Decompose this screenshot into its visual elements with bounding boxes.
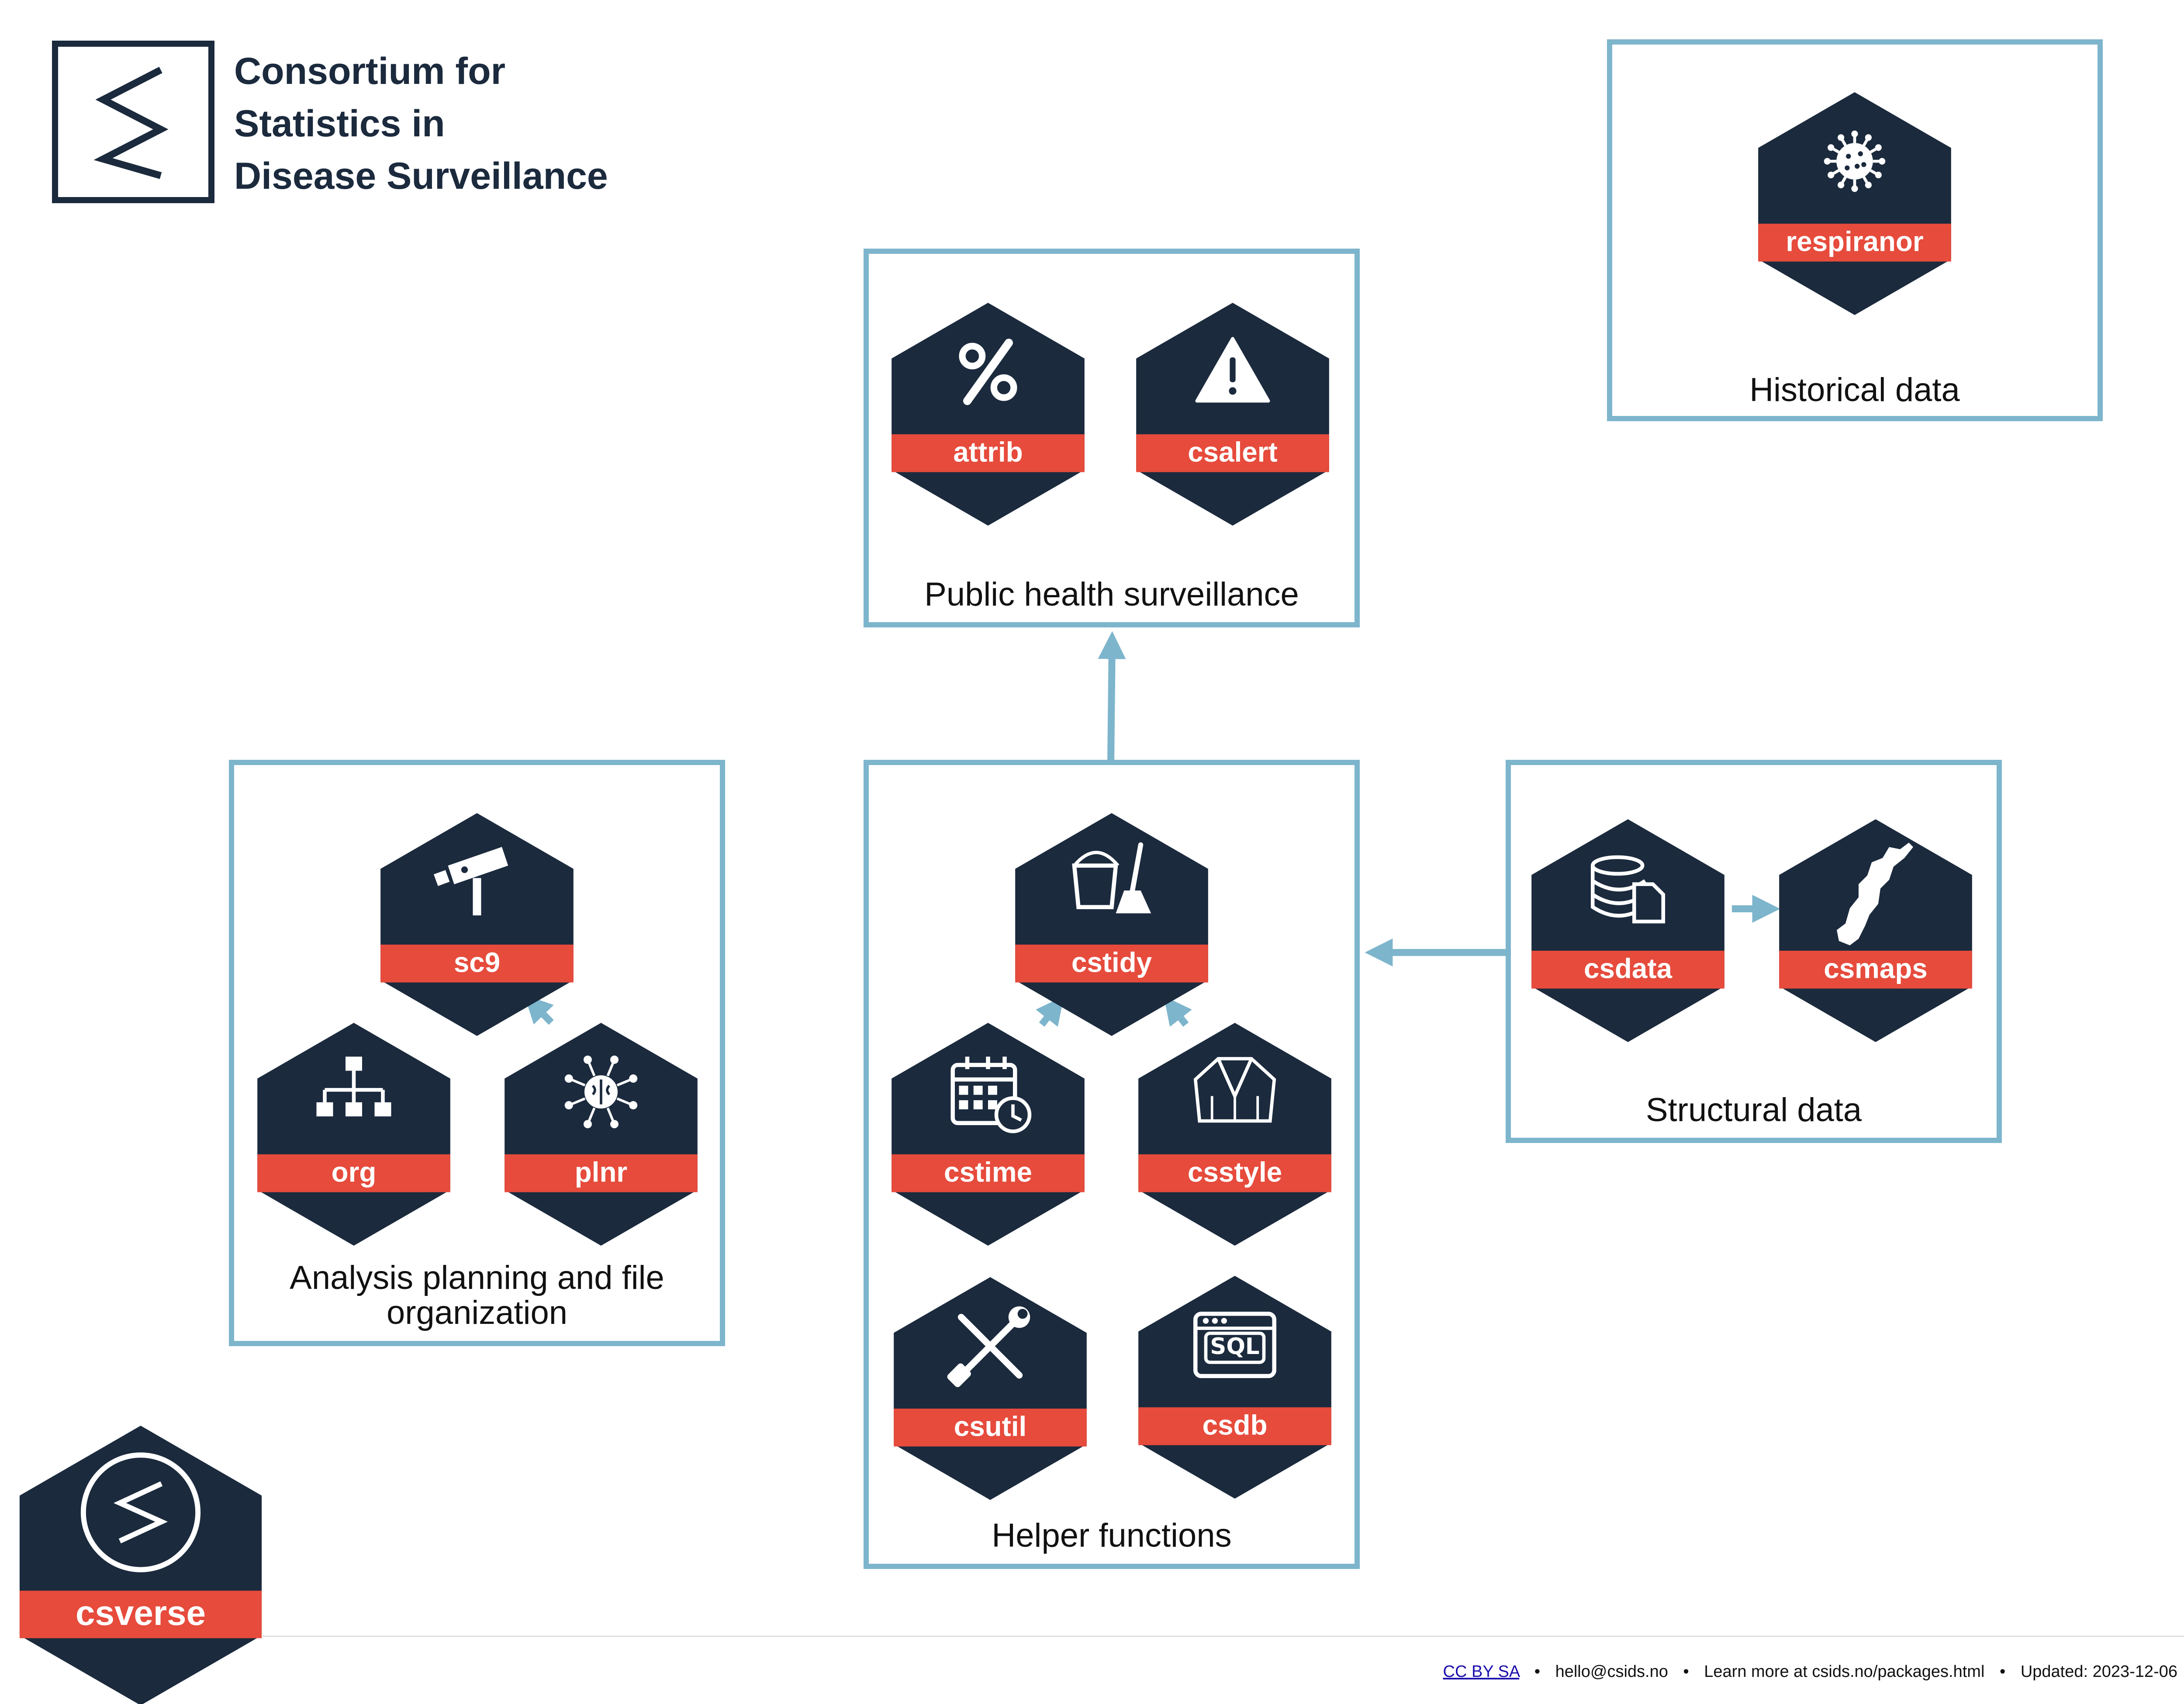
footer-separator-2: • — [1683, 1662, 1689, 1681]
hexagon-shape — [892, 303, 1085, 526]
group-label-public-health: Public health surveillance — [924, 576, 1299, 613]
footer-updated: Updated: 2023-12-06 — [2021, 1662, 2177, 1681]
arrow-helper-to-public-health — [1098, 631, 1126, 763]
package-hex-csdata[interactable]: csdata — [1531, 819, 1724, 1042]
hexagon-shape — [1136, 303, 1329, 526]
package-name-plnr: plnr — [575, 1156, 627, 1188]
package-hex-org[interactable]: org — [257, 1023, 450, 1246]
hexagon-shape — [894, 1277, 1087, 1500]
arrow-csstyle-to-cstidy — [1164, 996, 1192, 1027]
footer-email: hello@csids.no — [1555, 1662, 1668, 1681]
package-hex-csdb[interactable]: SQL csdb — [1138, 1276, 1331, 1499]
org-title-line-3: Disease Surveillance — [234, 155, 608, 197]
hexagon-shape — [380, 813, 574, 1036]
hexagon-shape — [1758, 92, 1951, 315]
diagram-canvas: Consortium for Statistics in Disease Sur… — [0, 0, 2184, 1704]
group-label-analysis-line-2: organization — [387, 1294, 567, 1331]
package-hex-respiranor[interactable]: respiranor — [1758, 92, 1951, 315]
hexagon-shape — [1779, 819, 1972, 1042]
org-title-line-2: Statistics in — [234, 103, 445, 145]
footer-license-link[interactable]: CC BY SA — [1443, 1662, 1521, 1681]
package-name-csutil: csutil — [954, 1410, 1027, 1442]
package-hex-csalert[interactable]: csalert — [1136, 303, 1329, 526]
package-name-csalert: csalert — [1188, 436, 1278, 468]
arrow-plnr-to-sc9 — [524, 994, 554, 1025]
package-name-attrib: attrib — [953, 436, 1023, 468]
package-hex-attrib[interactable]: attrib — [892, 303, 1085, 526]
package-name-csverse: csverse — [76, 1593, 206, 1632]
package-name-respiranor: respiranor — [1786, 225, 1923, 257]
csverse-package-map: Consortium for Statistics in Disease Sur… — [19, 39, 2184, 1704]
footer-separator-3: • — [2000, 1662, 2005, 1681]
org-title: Consortium for Statistics in Disease Sur… — [234, 50, 608, 197]
package-name-sc9: sc9 — [454, 946, 500, 978]
package-name-csdb: csdb — [1203, 1409, 1268, 1441]
hexagon-shape — [892, 1023, 1085, 1246]
sql-label: SQL — [1210, 1333, 1259, 1360]
footer-text: CC BY SA • hello@csids.no • Learn more a… — [1443, 1662, 2177, 1681]
package-name-cstime: cstime — [944, 1156, 1032, 1188]
group-label-analysis-line-1: Analysis planning and file — [290, 1259, 664, 1296]
package-hex-csstyle[interactable]: csstyle — [1138, 1023, 1331, 1246]
group-label-structural: Structural data — [1646, 1091, 1862, 1129]
package-name-cstidy: cstidy — [1071, 946, 1152, 978]
package-name-org: org — [332, 1156, 377, 1188]
footer-separator-1: • — [1534, 1662, 1540, 1681]
package-hex-csutil[interactable]: csutil — [894, 1277, 1087, 1500]
package-hex-csmaps[interactable]: csmaps — [1779, 819, 1972, 1042]
package-hex-sc9[interactable]: sc9 — [380, 813, 574, 1036]
package-hex-csverse[interactable]: csverse — [19, 1426, 262, 1704]
org-title-line-1: Consortium for — [234, 50, 505, 92]
package-name-csmaps: csmaps — [1824, 952, 1927, 984]
hexagon-shape — [1015, 813, 1208, 1036]
arrow-cstime-to-cstidy — [1036, 996, 1064, 1027]
hexagon-shape — [1138, 1023, 1331, 1246]
package-name-csdata: csdata — [1584, 952, 1673, 984]
group-label-historical: Historical data — [1749, 371, 1960, 409]
hexagon-shape — [19, 1426, 262, 1704]
hexagon-shape — [257, 1023, 450, 1246]
hexagon-shape — [1138, 1276, 1331, 1499]
group-label-helper: Helper functions — [992, 1517, 1231, 1554]
package-hex-cstidy[interactable]: cstidy — [1015, 813, 1208, 1036]
hexagon-shape — [505, 1023, 698, 1246]
footer-learn-more: Learn more at csids.no/packages.html — [1704, 1662, 1984, 1681]
csids-logo — [52, 41, 214, 203]
hexagon-shape — [1531, 819, 1724, 1042]
package-name-csstyle: csstyle — [1188, 1156, 1282, 1188]
package-hex-plnr[interactable]: plnr — [505, 1023, 698, 1246]
package-hex-cstime[interactable]: cstime — [892, 1023, 1085, 1246]
